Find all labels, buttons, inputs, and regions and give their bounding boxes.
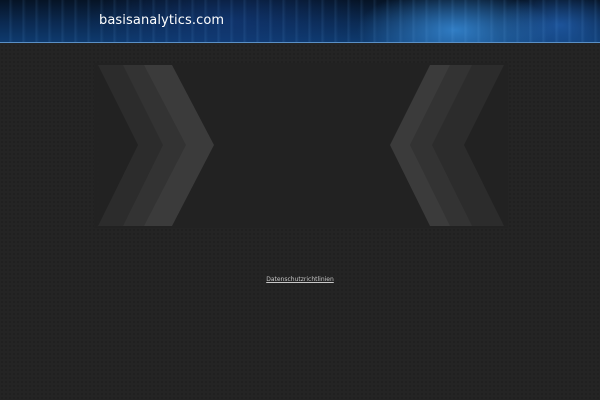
site-title: basisanalytics.com (99, 13, 225, 28)
header-banner: basisanalytics.com (0, 0, 600, 42)
footer: Datenschutzrichtlinien (0, 276, 600, 283)
chevron-graphic (98, 65, 504, 226)
chevron-banner (94, 63, 508, 228)
header-divider (0, 42, 600, 43)
privacy-policy-link[interactable]: Datenschutzrichtlinien (266, 276, 334, 283)
header-light-streaks (0, 0, 600, 42)
